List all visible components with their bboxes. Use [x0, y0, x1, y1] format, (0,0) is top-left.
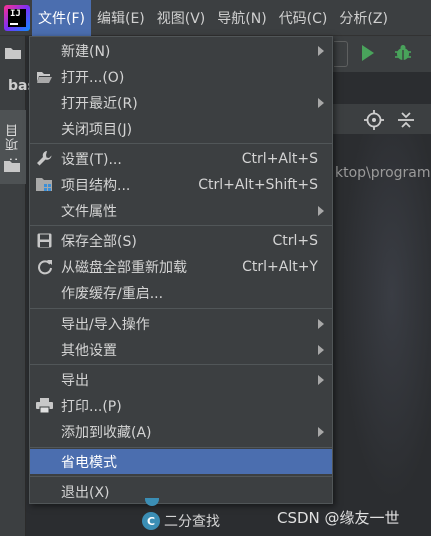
menu-item-reload-all[interactable]: 从磁盘全部重新加载 Ctrl+Alt+Y [30, 254, 332, 279]
folder-icon[interactable] [4, 46, 22, 60]
submenu-arrow-icon [318, 345, 324, 355]
run-config-combo[interactable] [334, 41, 348, 67]
menu-item-power-save-mode[interactable]: 省电模式 [30, 449, 332, 474]
editor-background [333, 134, 431, 536]
menu-item-label: 保存全部(S) [61, 233, 137, 250]
menu-item-settings[interactable]: 设置(T)... Ctrl+Alt+S [30, 146, 332, 171]
menu-item-export[interactable]: 导出 [30, 367, 332, 392]
menu-item-file-properties[interactable]: 文件属性 [30, 198, 332, 223]
watermark-text: CSDN @缘友一世 [277, 509, 400, 527]
menu-item-label: 从磁盘全部重新加载 [61, 259, 187, 276]
menu-item-label: 添加到收藏(A) [61, 424, 152, 441]
app-logo-icon[interactable]: IJ [4, 4, 30, 31]
menu-item-shortcut: Ctrl+Alt+S [241, 150, 318, 167]
folder-open-icon [36, 68, 53, 85]
debug-icon[interactable] [393, 43, 413, 63]
menu-item-label: 项目结构... [61, 177, 131, 194]
file-menu-dropdown: 新建(N) 打开...(O) 打开最近(R) 关闭项目(J) 设置(T)... … [29, 36, 333, 504]
tree-item-label: 二分查找 [164, 514, 220, 530]
menu-item-label: 关闭项目(J) [61, 121, 133, 138]
locate-file-icon[interactable] [364, 110, 384, 130]
menu-item-open[interactable]: 打开...(O) [30, 64, 332, 89]
submenu-arrow-icon [318, 98, 324, 108]
menu-file[interactable]: 文件(F) [32, 0, 91, 36]
tree-item-binary-search[interactable]: C 二分查找 [142, 511, 220, 531]
menu-item-add-to-favorites[interactable]: 添加到收藏(A) [30, 419, 332, 444]
menu-item-label: 打开...(O) [61, 69, 125, 86]
folder-icon [4, 161, 20, 172]
menu-edit[interactable]: 编辑(E) [91, 0, 151, 36]
reload-icon [36, 258, 53, 275]
menu-item-shortcut: Ctrl+S [272, 232, 318, 249]
menu-item-label: 省电模式 [61, 454, 117, 471]
menu-item-label: 打印...(P) [61, 398, 122, 415]
menu-item-label: 导出 [61, 372, 89, 389]
wrench-icon [36, 150, 53, 167]
menu-item-label: 其他设置 [61, 342, 117, 359]
menu-item-label: 文件属性 [61, 203, 117, 220]
menu-item-label: 退出(X) [61, 484, 110, 501]
collapse-all-icon[interactable] [397, 111, 415, 129]
menu-separator [30, 447, 332, 448]
menu-separator [30, 225, 332, 226]
submenu-arrow-icon [318, 206, 324, 216]
submenu-arrow-icon [318, 375, 324, 385]
menu-item-save-all[interactable]: 保存全部(S) Ctrl+S [30, 228, 332, 253]
submenu-arrow-icon [318, 319, 324, 329]
menu-item-close-project[interactable]: 关闭项目(J) [30, 116, 332, 141]
run-icon[interactable] [362, 45, 374, 61]
app-logo-text: IJ [8, 8, 26, 27]
class-icon: C [142, 512, 160, 530]
menu-item-invalidate-caches[interactable]: 作废缓存/重启... [30, 280, 332, 305]
file-path-fragment: ktop\program [335, 165, 431, 181]
left-tool-strip: bas 1: 项目 [0, 36, 36, 536]
menu-item-label: 作废缓存/重启... [61, 285, 164, 302]
project-structure-icon [36, 176, 53, 193]
menu-item-export-import[interactable]: 导出/导入操作 [30, 311, 332, 336]
tree-item-icon-partial [145, 498, 159, 506]
menu-separator [30, 308, 332, 309]
submenu-arrow-icon [318, 46, 324, 56]
menu-item-label: 设置(T)... [61, 151, 122, 168]
menu-item-shortcut: Ctrl+Alt+Y [242, 258, 318, 275]
menu-item-label: 新建(N) [61, 43, 111, 60]
menu-view[interactable]: 视图(V) [151, 0, 212, 36]
menu-bar: IJ 文件(F) 编辑(E) 视图(V) 导航(N) 代码(C) 分析(Z) [0, 0, 431, 36]
menu-code[interactable]: 代码(C) [273, 0, 334, 36]
menu-analyze[interactable]: 分析(Z) [333, 0, 394, 36]
menu-separator [30, 364, 332, 365]
menu-separator [30, 476, 332, 477]
project-tool-tab[interactable]: 1: 项目 [0, 110, 26, 184]
printer-icon [36, 397, 53, 414]
menu-item-shortcut: Ctrl+Alt+Shift+S [198, 176, 318, 193]
menu-item-label: 打开最近(R) [61, 95, 138, 112]
menu-navigate[interactable]: 导航(N) [211, 0, 272, 36]
menu-separator [30, 143, 332, 144]
menu-item-exit[interactable]: 退出(X) [30, 479, 332, 504]
menu-item-new[interactable]: 新建(N) [30, 38, 332, 63]
menu-item-project-structure[interactable]: 项目结构... Ctrl+Alt+Shift+S [30, 172, 332, 197]
save-icon [36, 232, 53, 249]
submenu-arrow-icon [318, 427, 324, 437]
menu-item-open-recent[interactable]: 打开最近(R) [30, 90, 332, 115]
menu-item-print[interactable]: 打印...(P) [30, 393, 332, 418]
menu-item-label: 导出/导入操作 [61, 316, 150, 333]
menu-item-other-settings[interactable]: 其他设置 [30, 337, 332, 362]
